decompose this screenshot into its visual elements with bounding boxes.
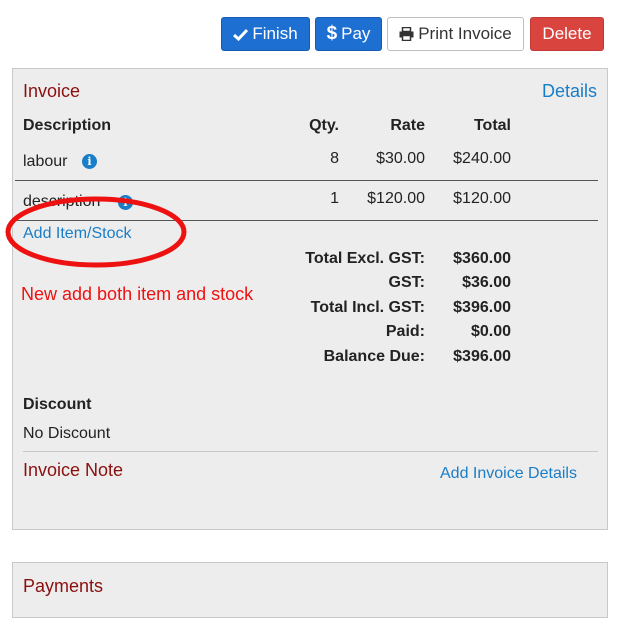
check-icon [233,28,249,41]
row-description: labour [23,153,68,170]
payments-title: Payments [23,576,104,596]
total-incl-gst-label: Total Incl. GST: [310,299,425,316]
balance-due-label: Balance Due: [323,348,425,365]
invoice-title: Invoice [23,81,81,101]
gst-value: $36.00 [462,274,511,291]
column-header-qty: Qty. [309,117,339,134]
row-rate: $30.00 [376,150,425,167]
paid-label: Paid: [385,323,425,340]
print-invoice-label: Print Invoice [418,24,512,43]
print-invoice-button[interactable]: Print Invoice [387,17,524,51]
column-header-description: Description [23,117,112,134]
annotation-text: New add both item and stock [21,284,254,304]
total-incl-gst-value: $396.00 [453,299,511,316]
column-header-total: Total [473,117,511,134]
add-invoice-details-link[interactable]: Add Invoice Details [440,465,577,483]
column-header-rate: Rate [390,117,425,134]
details-link[interactable]: Details [542,81,597,102]
invoice-note-title: Invoice Note [23,460,124,480]
balance-due-value: $396.00 [453,348,511,365]
row-total: $120.00 [453,190,511,207]
annotation-circle [5,196,187,268]
discount-value: No Discount [23,425,111,442]
paid-value: $0.00 [470,323,511,340]
total-excl-gst-value: $360.00 [453,250,511,267]
section-divider [23,451,598,452]
finish-button[interactable]: Finish [221,17,310,51]
delete-button[interactable]: Delete [530,17,604,51]
discount-label: Discount [23,396,92,413]
total-excl-gst-label: Total Excl. GST: [305,250,425,267]
finish-label: Finish [252,24,298,43]
row-total: $240.00 [453,150,511,167]
info-circle-icon[interactable]: i [82,154,97,169]
delete-label: Delete [542,24,592,43]
row-qty: 8 [330,150,339,167]
pay-button[interactable]: $ Pay [315,17,382,51]
printer-icon [399,27,414,41]
row-rate: $120.00 [367,190,425,207]
row-divider [15,180,598,181]
dollar-icon: $ [326,23,338,44]
row-qty: 1 [330,190,339,207]
pay-label: Pay [341,24,371,43]
gst-label: GST: [388,274,425,291]
